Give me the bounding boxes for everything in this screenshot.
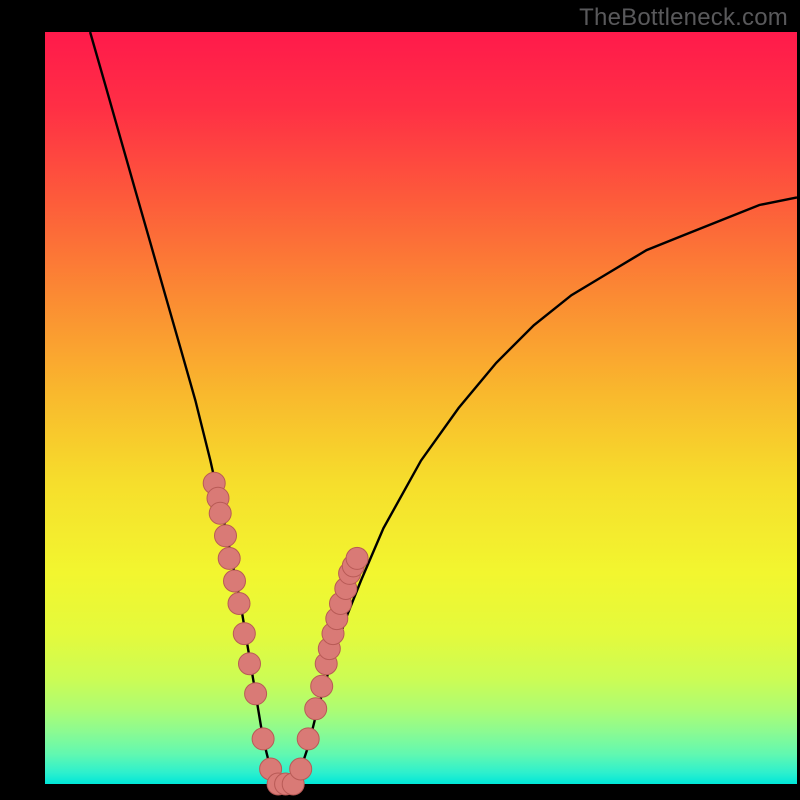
marker-dot — [245, 683, 267, 705]
marker-dot — [305, 698, 327, 720]
marker-dot — [346, 547, 368, 569]
gradient-background — [45, 32, 797, 784]
marker-dot — [228, 593, 250, 615]
marker-dot — [290, 758, 312, 780]
chart-frame: TheBottleneck.com — [0, 0, 800, 800]
marker-dot — [209, 502, 231, 524]
watermark-text: TheBottleneck.com — [579, 4, 788, 32]
marker-dot — [311, 675, 333, 697]
marker-dot — [215, 525, 237, 547]
marker-dot — [233, 623, 255, 645]
bottleneck-chart — [0, 0, 800, 800]
marker-dot — [252, 728, 274, 750]
marker-dot — [297, 728, 319, 750]
marker-dot — [224, 570, 246, 592]
marker-dot — [239, 653, 261, 675]
marker-dot — [218, 547, 240, 569]
